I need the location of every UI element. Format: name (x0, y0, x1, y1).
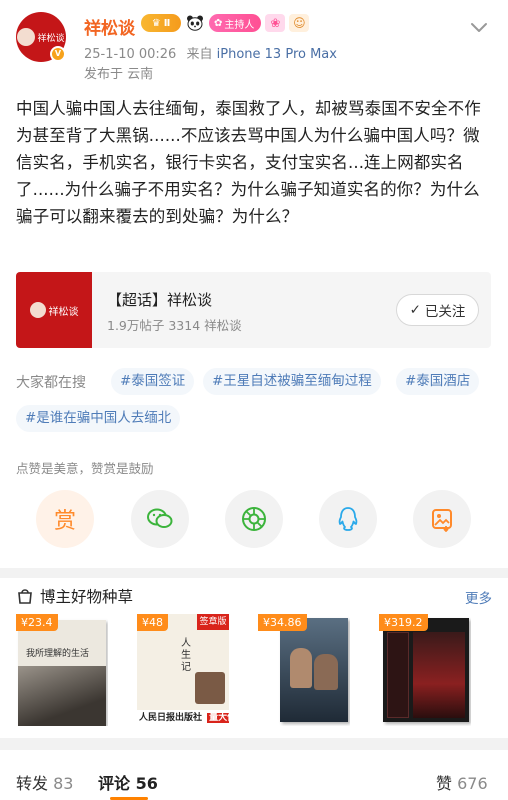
trending-search-label: 大家都在搜 (16, 375, 86, 391)
topic-card[interactable]: 祥松谈 【超话】祥松谈 1.9万帖子 3314 祥松谈 ✓ 已关注 (16, 272, 491, 348)
product-card[interactable]: ¥48 签章版 人生记 人民日报出版社 量大优惠 (137, 614, 229, 726)
level-badge[interactable]: ♛ Ⅱ (141, 14, 181, 32)
book-cover (280, 618, 348, 722)
user-badges: ♛ Ⅱ ✿ 主持人 ❀ ☺ (141, 14, 310, 32)
book-publisher: 人民日报出版社 (139, 713, 203, 723)
cat-badge-icon[interactable]: ☺ (289, 14, 310, 32)
product-price: ¥34.86 (258, 614, 307, 631)
tab-count: 676 (457, 774, 488, 793)
post-meta: 25-1-10 00:26 来自 iPhone 13 Pro Max (84, 43, 337, 62)
avatar-face (17, 28, 36, 46)
section-divider (0, 738, 508, 750)
panda-icon[interactable] (185, 14, 205, 32)
post-header: 祥松谈 V 祥松谈 ♛ Ⅱ ✿ 主持人 ❀ ☺ 25-1-10 00:26 来自… (0, 0, 508, 88)
tab-likes[interactable]: 赞 676 (436, 770, 488, 794)
section-divider (0, 568, 508, 578)
following-button[interactable]: ✓ 已关注 (396, 294, 479, 326)
tab-comments[interactable]: 评论 56 (98, 770, 158, 794)
topic-thumbnail-face (29, 302, 46, 318)
crown-icon: ♛ (151, 17, 161, 29)
book-front (413, 632, 465, 718)
author-photo (195, 672, 225, 704)
book-cover: 我所理解的生活 (18, 620, 106, 726)
topic-thumbnail-text: 祥松谈 (48, 306, 79, 318)
tab-reposts[interactable]: 转发 83 (16, 770, 73, 794)
product-price: ¥319.2 (379, 614, 428, 631)
host-badge-text: 主持人 (224, 19, 255, 31)
save-image-icon (432, 509, 452, 532)
avatar-text: 祥松谈 (37, 33, 65, 44)
more-options-icon[interactable] (468, 16, 490, 38)
tab-label: 评论 (98, 774, 131, 793)
verified-icon: V (50, 46, 66, 62)
tab-label: 转发 (16, 774, 49, 793)
gift-badge-icon[interactable]: ❀ (265, 14, 286, 32)
post-timestamp: 25-1-10 00:26 (84, 47, 177, 62)
book-publisher-bar: 人民日报出版社 量大优惠 (137, 710, 229, 726)
recommend-title-text: 博主好物种草 (40, 588, 134, 606)
tab-count: 56 (135, 774, 158, 793)
moments-icon (242, 507, 266, 531)
product-price: ¥48 (137, 614, 168, 631)
following-label: 已关注 (424, 304, 466, 320)
username[interactable]: 祥松谈 (84, 14, 135, 39)
source-prefix: 来自 (186, 47, 213, 62)
topic-title: 【超话】祥松谈 (107, 291, 213, 309)
wechat-icon (147, 508, 173, 528)
moments-share-button[interactable] (225, 490, 283, 548)
check-icon: ✓ (409, 302, 421, 318)
search-tag[interactable]: #泰国酒店 (396, 368, 480, 395)
post-body: 中国人骗中国人去往缅甸，泰国救了人，却被骂泰国不安全不作为甚至背了大黑锅....… (16, 99, 481, 226)
topic-thumbnail: 祥松谈 (16, 272, 92, 348)
post-device[interactable]: iPhone 13 Pro Max (217, 47, 337, 62)
product-card[interactable]: ¥319.2 (379, 614, 471, 726)
like-note: 点赞是美意，赞赏是鼓励 (16, 461, 154, 476)
book-cover-title: 人生记 (181, 638, 191, 673)
cover-figure (314, 654, 338, 690)
reward-label: 赏 (53, 509, 76, 534)
tab-label: 赞 (436, 774, 453, 793)
recommend-more-link[interactable]: 更多 (465, 587, 492, 607)
recommend-title: 博主好物种草 (16, 585, 133, 607)
promo-badge: 量大优惠 (207, 713, 229, 723)
host-badge[interactable]: ✿ 主持人 (209, 14, 262, 32)
book-cover-title: 我所理解的生活 (26, 649, 90, 659)
qq-share-button[interactable] (319, 490, 377, 548)
save-image-button[interactable] (413, 490, 471, 548)
book-box (383, 618, 469, 722)
cover-figure (290, 648, 312, 688)
edition-badge: 签章版 (197, 614, 229, 630)
search-tag[interactable]: #王星自述被骗至缅甸过程 (203, 368, 381, 395)
product-card[interactable]: ¥23.4 我所理解的生活 (16, 614, 108, 726)
post-location: 发布于 云南 (84, 67, 154, 82)
search-tag[interactable]: #是谁在骗中国人去缅北 (16, 405, 181, 432)
engagement-tabs: 转发 83 评论 56 赞 676 (0, 760, 508, 800)
wechat-share-button[interactable] (131, 490, 189, 548)
book-cover-photo (18, 666, 106, 726)
qq-icon (338, 507, 358, 531)
star-icon: ✿ (214, 17, 223, 29)
topic-stats: 1.9万帖子 3314 祥松谈 (107, 318, 242, 333)
tab-count: 83 (53, 774, 74, 793)
shopping-bag-icon (18, 589, 32, 604)
book-spine (387, 632, 409, 718)
search-tag[interactable]: #泰国签证 (111, 368, 195, 395)
level-badge-text: Ⅱ (163, 17, 171, 29)
product-price: ¥23.4 (16, 614, 58, 631)
reward-button[interactable]: 赏 (36, 490, 94, 548)
product-card[interactable]: ¥34.86 (258, 614, 350, 726)
